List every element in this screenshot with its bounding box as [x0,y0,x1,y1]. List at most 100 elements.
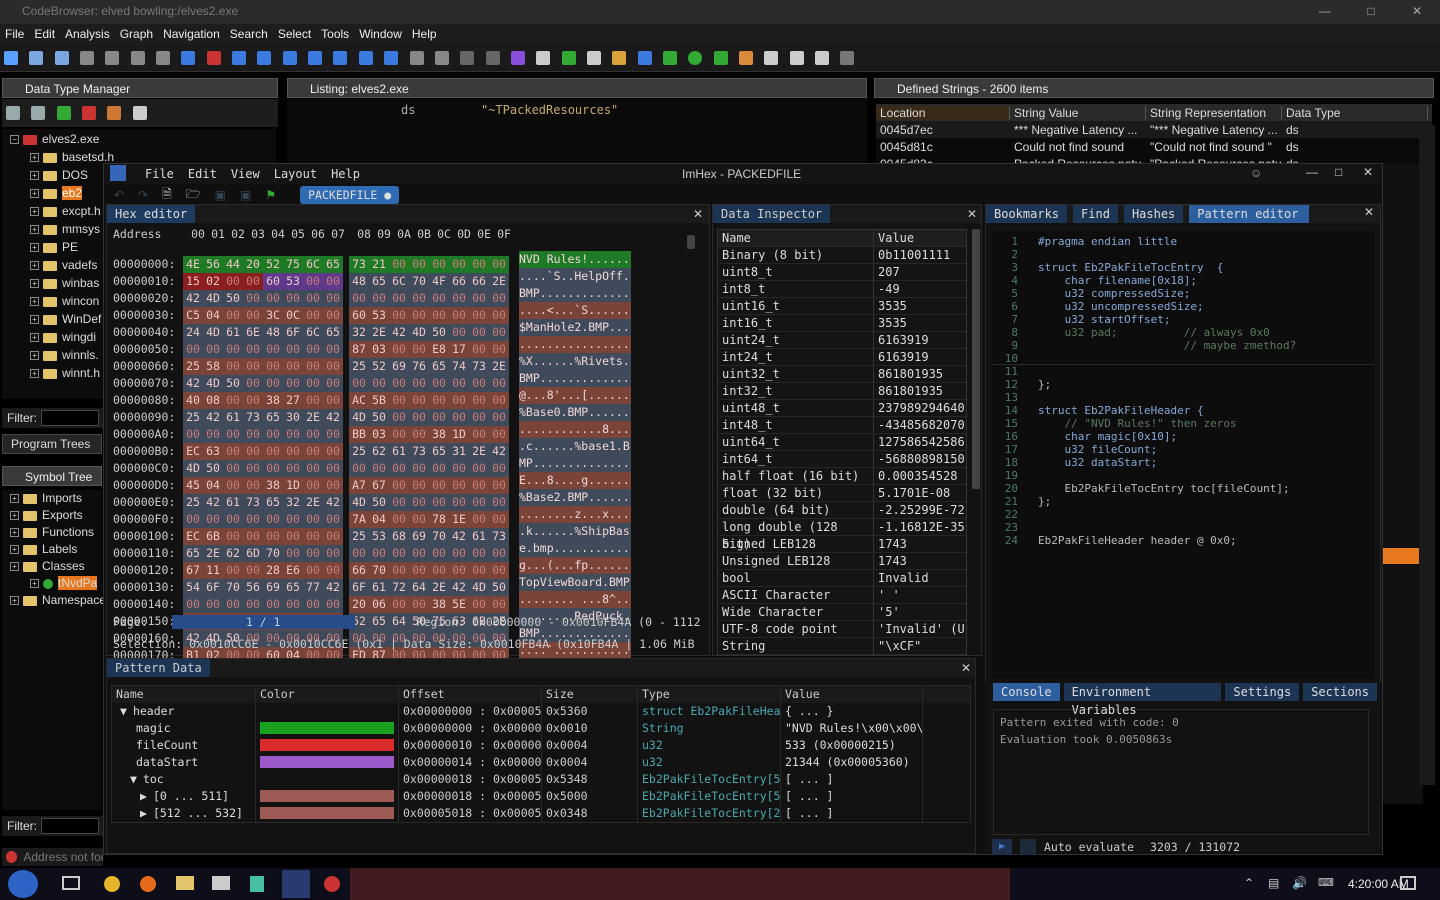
toolbar-icon[interactable] [409,51,424,65]
hex-row[interactable]: 00000080: 40 08 00 00 38 27 00 00 AC 5B 00 00 00 00 00 0… [107,387,709,409]
menu-analysis[interactable]: Analysis [60,24,115,44]
ascii-column[interactable]: .k......%ShipBas [519,523,631,540]
table-row[interactable]: 0045d81c Could not find sound "Could not f… [876,138,1432,155]
start-icon[interactable] [8,870,38,898]
folder-icon[interactable] [612,51,627,65]
save-icon[interactable] [4,51,18,65]
code-line[interactable]: 21}; [992,495,1374,508]
code-line[interactable]: 13 [992,391,1374,404]
expand-icon[interactable]: + [30,243,39,253]
inspector-scrollbar[interactable] [972,229,980,489]
tab-data-inspector[interactable]: Data Inspector [713,205,831,223]
ascii-column[interactable]: E...8....g...... [519,472,631,489]
expander-icon[interactable]: ▶ [140,806,147,820]
code-line[interactable]: 20 Eb2PakFileTocEntry toc[fileCount]; [992,482,1374,495]
code-line[interactable]: 24 Eb2PakFileHeader header @ 0x0; [992,534,1374,547]
menu-graph[interactable]: Graph [115,24,158,44]
hex-row[interactable]: 000000D0: 45 04 00 00 38 1D 00 00 A7 67 00 00 00 00 00 0… [107,472,709,494]
f-icon[interactable] [333,51,348,65]
inspector-row[interactable]: Wide Character '5' [718,604,966,621]
redo-icon[interactable] [485,51,500,65]
inspector-row[interactable]: uint64_t 127586542586 [718,434,966,451]
check-icon[interactable] [510,51,525,65]
undo-icon[interactable]: ↶ [114,188,124,202]
toolbar-icon[interactable] [738,51,753,65]
page-slider[interactable]: 1 / 1 [171,615,355,629]
code-line[interactable]: 3 struct Eb2PakFileTocEntry { [992,261,1374,274]
inspector-row[interactable]: uint8_t 207 [718,264,966,281]
expand-icon[interactable]: + [10,511,19,521]
code-line[interactable]: 10 [992,352,1374,365]
ascii-column[interactable]: ....<...`S...... [519,302,631,319]
tab-program-trees[interactable]: Program Trees [2,434,102,454]
hex-row[interactable]: 00000020: 42 4D 50 00 00 00 00 00 00 00 00 00 00 00 00 0… [107,285,709,307]
column-header[interactable]: String Representation [1146,105,1282,120]
toolbar-icon[interactable] [105,51,120,65]
ascii-column[interactable]: %X......%Rivets. [519,353,631,370]
b-icon[interactable] [384,51,399,65]
toolbar-icon[interactable] [662,51,677,65]
inspector-row[interactable]: Signed LEB128 1743 [718,536,966,553]
save-icon[interactable]: ▣ [215,188,226,202]
symbol-tree-item[interactable]: + Functions [2,524,102,541]
tab-environment-variables[interactable]: Environment Variables [1063,683,1222,717]
ascii-column[interactable]: TopViewBoard.BMP [519,574,631,591]
column-header[interactable]: Size [542,686,638,703]
toolbar-icon[interactable] [130,51,145,65]
firefox-icon[interactable] [140,876,156,892]
expand-icon[interactable]: + [30,315,39,325]
filter-input[interactable] [41,410,99,426]
hex-row[interactable]: 000000B0: EC 63 00 00 00 00 00 00 25 62 61 73 65 31 2E 4… [107,438,709,460]
expand-icon[interactable]: + [30,171,39,181]
expand-icon[interactable]: + [30,369,39,379]
expand-icon[interactable]: + [30,351,39,361]
column-header[interactable]: Type [638,686,781,703]
hex-row[interactable]: 00000050: 00 00 00 00 00 00 00 00 87 03 00 00 E8 17 00 0… [107,336,709,358]
column-header[interactable]: String Value [1010,105,1146,120]
new-file-icon[interactable]: 🗎 [162,185,172,206]
code-line[interactable]: 7 u32 startOffset; [992,313,1374,326]
v-icon[interactable] [358,51,373,65]
maximize-icon[interactable]: □ [1335,165,1342,179]
menu-window[interactable]: Window [354,24,407,44]
expand-icon[interactable]: + [30,207,39,217]
menu-search[interactable]: Search [225,24,273,44]
inspector-row[interactable]: int8_t -49 [718,281,966,298]
auto-evaluate-checkbox[interactable] [1020,839,1036,855]
close-icon[interactable]: ✕ [1364,205,1374,219]
code-line[interactable]: 18 u32 dataStart; [992,456,1374,469]
redo-icon[interactable]: ↷ [138,188,148,202]
symbol-tree-item[interactable]: + Exports [2,507,102,524]
run-icon[interactable] [688,51,703,65]
close-icon[interactable]: ✕ [1363,165,1373,179]
minimize-icon[interactable]: — [1303,0,1347,22]
close-icon[interactable]: ✕ [961,661,971,675]
tab-bookmarks[interactable]: Bookmarks [986,205,1068,223]
code-line[interactable]: 12}; [992,378,1374,391]
expand-icon[interactable]: + [30,153,39,163]
inspector-row[interactable]: bool Invalid [718,570,966,587]
tab-find[interactable]: Find [1073,205,1118,223]
column-header[interactable]: Color [256,686,399,703]
tree-item[interactable]: − elves2.exe [2,130,276,148]
ascii-column[interactable]: .c......%base1.B [519,438,631,455]
inspector-row[interactable]: double (64 bit) -2.25299E-72 [718,502,966,519]
filter-input[interactable] [41,818,99,834]
maximize-icon[interactable]: □ [1349,0,1393,22]
inspector-row[interactable]: int32_t 861801935 [718,383,966,400]
expand-icon[interactable]: + [10,528,19,538]
toolbar-icon[interactable] [713,51,728,65]
code-line[interactable]: 15 // "NVD Rules!" then zeros [992,417,1374,430]
forward-icon[interactable] [54,51,69,65]
imhex-menu-layout[interactable]: Layout [267,167,324,181]
hex-row[interactable]: 00000000: 4E 56 44 20 52 75 6C 65 73 21 00 00 00 00 00 0… [107,251,709,273]
ghidra-taskbar-icon[interactable] [324,876,340,892]
table-row[interactable]: 0045d7ec *** Negative Latency ... "*** Neg… [876,121,1432,138]
notifications-icon[interactable] [1400,876,1416,890]
code-line[interactable]: 17 u32 fileCount; [992,443,1374,456]
back-icon[interactable] [29,51,44,65]
menu-tools[interactable]: Tools [316,24,354,44]
toolbar-icon[interactable] [536,51,551,65]
pattern-row[interactable]: ▶ [512 ... 532] 0x00005018 : 0x00005 0x0348… [112,805,970,822]
menu-navigation[interactable]: Navigation [158,24,225,44]
